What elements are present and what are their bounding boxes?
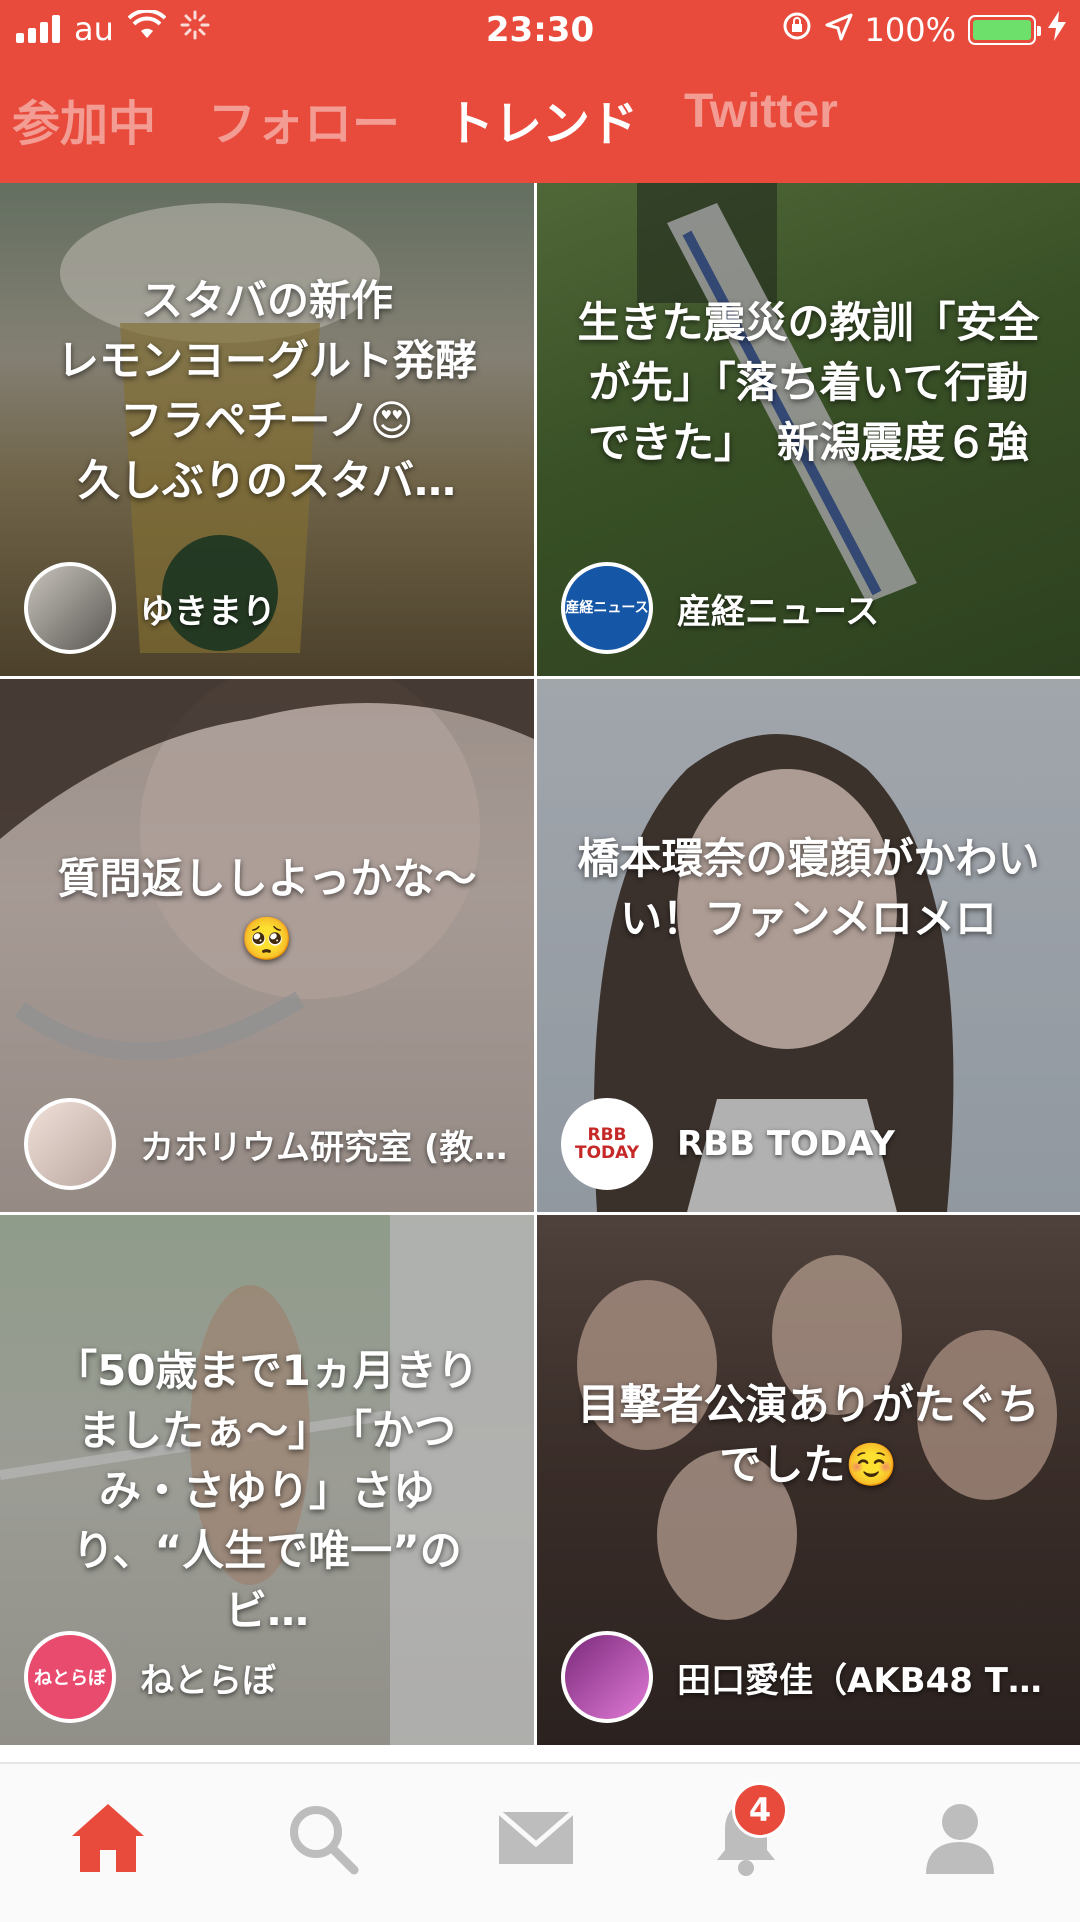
status-bar: au 23:30 100% bbox=[0, 0, 1080, 60]
trend-card[interactable]: 「50歳まで1ヵ月きりましたぁ〜」 「かつみ・さゆり」さゆり、“人生で唯一”のビ… bbox=[0, 1215, 534, 1745]
card-source: 田口愛佳（AKB48 T… bbox=[561, 1631, 1042, 1723]
trend-card[interactable]: 目撃者公演ありがたぐちでした☺️ 田口愛佳（AKB48 T… bbox=[537, 1215, 1080, 1745]
notification-badge: 4 bbox=[732, 1782, 788, 1838]
card-title: 橋本環奈の寝顔がかわいい！ファンメロメロ bbox=[577, 834, 1040, 943]
trend-card[interactable]: スタバの新作 レモンヨーグルト発酵フラペチーノ😍 久しぶりのスタバ… ゆきまり bbox=[0, 183, 534, 676]
card-source: RBB TODAY RBB TODAY bbox=[561, 1098, 895, 1190]
source-avatar bbox=[24, 1098, 116, 1190]
battery-icon bbox=[968, 15, 1041, 45]
charging-bolt-icon bbox=[1048, 11, 1066, 49]
source-avatar bbox=[24, 562, 116, 654]
source-avatar: ねとらぼ bbox=[24, 1631, 116, 1723]
nav-home[interactable] bbox=[58, 1788, 158, 1888]
card-title: 目撃者公演ありがたぐちでした☺️ bbox=[577, 1380, 1040, 1489]
search-icon bbox=[290, 1806, 359, 1875]
card-source: ゆきまり bbox=[24, 562, 276, 654]
mail-icon bbox=[497, 1810, 575, 1864]
trend-card[interactable]: 生きた震災の教訓「安全が先」「落ち着いて行動できた」 新潟震度６強 産経ニュース… bbox=[537, 183, 1080, 676]
nav-profile[interactable] bbox=[910, 1788, 1010, 1888]
nav-messages[interactable] bbox=[486, 1788, 586, 1888]
source-name: ねとらぼ bbox=[140, 1660, 276, 1701]
source-avatar: 産経ニュース bbox=[561, 562, 653, 654]
tab-twitter[interactable]: Twitter bbox=[684, 84, 838, 139]
card-source: 産経ニュース 産経ニュース bbox=[561, 562, 879, 654]
source-avatar bbox=[561, 1631, 653, 1723]
source-name: ゆきまり bbox=[140, 591, 276, 632]
source-name: カホリウム研究室 (教… bbox=[140, 1127, 508, 1168]
tab-follow[interactable]: フォロー bbox=[208, 84, 400, 154]
user-icon bbox=[926, 1804, 994, 1874]
card-title: 生きた震災の教訓「安全が先」「落ち着いて行動できた」 新潟震度６強 bbox=[577, 298, 1040, 467]
source-avatar: RBB TODAY bbox=[561, 1098, 653, 1190]
location-arrow-icon bbox=[825, 11, 853, 49]
rotation-lock-icon bbox=[781, 10, 813, 50]
trend-card[interactable]: 橋本環奈の寝顔がかわいい！ファンメロメロ RBB TODAY RBB TODAY bbox=[537, 679, 1080, 1212]
trend-card[interactable]: 質問返ししよっかな〜 🥺 カホリウム研究室 (教… bbox=[0, 679, 534, 1212]
tab-bar: 参加中 フォロー トレンド Twitter bbox=[0, 84, 1080, 154]
card-title: 「50歳まで1ヵ月きりましたぁ〜」 「かつみ・さゆり」さゆり、“人生で唯一”のビ… bbox=[55, 1346, 479, 1635]
tab-trend[interactable]: トレンド bbox=[446, 84, 638, 154]
nav-notifications[interactable]: 4 bbox=[696, 1782, 796, 1888]
bottom-nav: 4 bbox=[0, 1762, 1080, 1922]
card-source: ねとらぼ ねとらぼ bbox=[24, 1631, 276, 1723]
source-name: 産経ニュース bbox=[677, 591, 880, 632]
nav-search[interactable] bbox=[272, 1788, 372, 1888]
home-icon bbox=[72, 1804, 144, 1872]
card-title: スタバの新作 レモンヨーグルト発酵フラペチーノ😍 久しぶりのスタバ… bbox=[56, 276, 477, 505]
source-name: RBB TODAY bbox=[677, 1124, 895, 1164]
tab-participating[interactable]: 参加中 bbox=[12, 84, 156, 154]
app-header: au 23:30 100% 参加中 フォロー トレンド Twitter bbox=[0, 0, 1080, 183]
battery-percent: 100% bbox=[864, 11, 956, 49]
card-source: カホリウム研究室 (教… bbox=[24, 1098, 507, 1190]
card-title: 質問返ししよっかな〜 🥺 bbox=[57, 854, 477, 963]
source-name: 田口愛佳（AKB48 T… bbox=[677, 1660, 1042, 1701]
